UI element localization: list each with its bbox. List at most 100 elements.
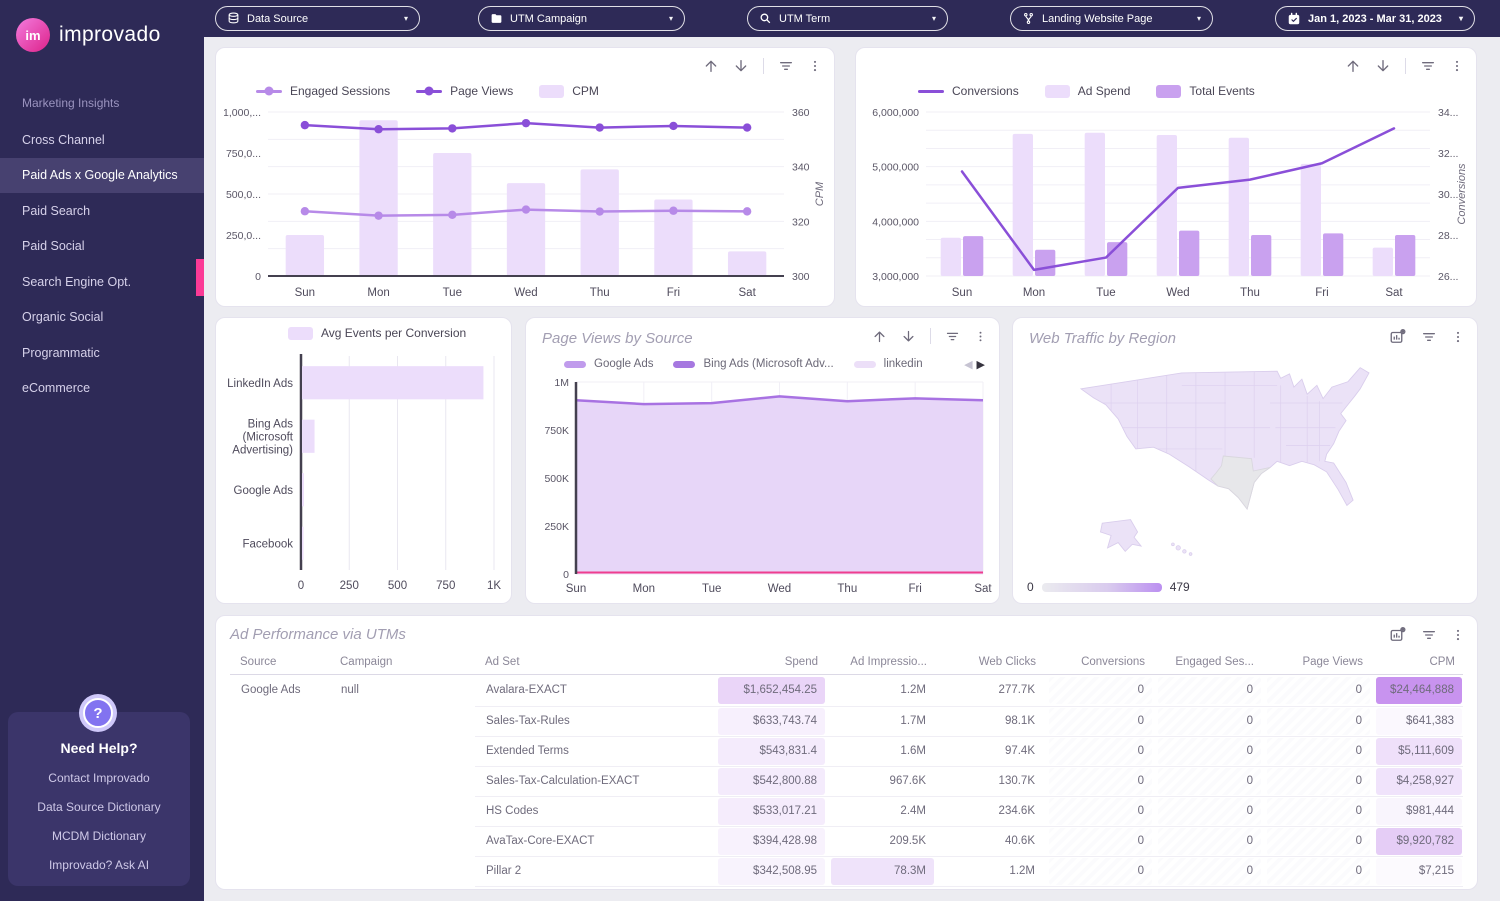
legend-item-ad-spend[interactable]: Ad Spend bbox=[1045, 84, 1131, 98]
table-scroll-area[interactable]: SourceCampaignAd SetSpendAd Impressio...… bbox=[230, 652, 1463, 888]
sidebar-item-organic-social[interactable]: Organic Social bbox=[0, 300, 204, 336]
help-link-improvado-ask-ai[interactable]: Improvado? Ask AI bbox=[8, 858, 190, 872]
cell-web-clicks[interactable]: 277.7K bbox=[940, 677, 1043, 704]
cell-conversions[interactable]: 0 bbox=[1049, 798, 1152, 825]
column-header-source[interactable]: Source bbox=[230, 652, 330, 675]
filter-icon[interactable] bbox=[1421, 329, 1437, 345]
help-link-data-source-dictionary[interactable]: Data Source Dictionary bbox=[8, 800, 190, 814]
cell-conversions[interactable]: 0 bbox=[1049, 768, 1152, 795]
cell-page-views[interactable]: 0 bbox=[1267, 768, 1370, 795]
sidebar-item-paid-social[interactable]: Paid Social bbox=[0, 229, 204, 265]
column-header-engaged-ses[interactable]: Engaged Ses... bbox=[1155, 652, 1264, 675]
cell-web-clicks[interactable]: 97.4K bbox=[940, 738, 1043, 765]
cell-ad-impressio[interactable]: 1.7M bbox=[831, 708, 934, 735]
cell-cpm[interactable]: $9,920,782 bbox=[1376, 828, 1462, 855]
more-options-icon[interactable] bbox=[1450, 58, 1464, 74]
cell-web-clicks[interactable]: 98.1K bbox=[940, 708, 1043, 735]
cell-engaged-ses[interactable]: 0 bbox=[1158, 738, 1261, 765]
filter-date-range[interactable]: Jan 1, 2023 - Mar 31, 2023 ▾ bbox=[1275, 6, 1475, 31]
column-header-web-clicks[interactable]: Web Clicks bbox=[937, 652, 1046, 675]
sidebar-item-ecommerce[interactable]: eCommerce bbox=[0, 371, 204, 407]
cell-spend[interactable]: $633,743.74 bbox=[718, 708, 825, 735]
cell-engaged-ses[interactable]: 0 bbox=[1158, 768, 1261, 795]
cell-page-views[interactable]: 0 bbox=[1267, 708, 1370, 735]
cell-ad-impressio[interactable]: 967.6K bbox=[831, 768, 934, 795]
sidebar-scrollbar-thumb[interactable] bbox=[196, 259, 204, 296]
column-header-page-views[interactable]: Page Views bbox=[1264, 652, 1373, 675]
column-header-conversions[interactable]: Conversions bbox=[1046, 652, 1155, 675]
legend-item-page-views[interactable]: Page Views bbox=[416, 84, 513, 98]
arrow-up-icon[interactable] bbox=[1345, 58, 1361, 74]
column-header-ad-impressio[interactable]: Ad Impressio... bbox=[828, 652, 937, 675]
legend-next-icon[interactable]: ▶ bbox=[977, 358, 985, 371]
cell-page-views[interactable]: 0 bbox=[1267, 738, 1370, 765]
cell-conversions[interactable]: 0 bbox=[1049, 858, 1152, 885]
cell-web-clicks[interactable]: 1.2M bbox=[940, 858, 1043, 885]
cell-engaged-ses[interactable]: 0 bbox=[1158, 828, 1261, 855]
cell-engaged-ses[interactable]: 0 bbox=[1158, 798, 1261, 825]
cell-ad-set[interactable]: HS Codes bbox=[478, 798, 712, 825]
cell-ad-impressio[interactable]: 78.3M bbox=[831, 858, 934, 885]
legend-item-engaged-sessions[interactable]: Engaged Sessions bbox=[256, 84, 390, 98]
legend-prev-icon[interactable]: ◀ bbox=[964, 358, 972, 371]
legend-item-avg-events-per-conversion[interactable]: Avg Events per Conversion bbox=[288, 326, 466, 340]
chart-settings-icon[interactable] bbox=[1389, 328, 1407, 346]
arrow-up-icon[interactable] bbox=[872, 329, 887, 344]
cell-conversions[interactable]: 0 bbox=[1049, 708, 1152, 735]
filter-utm-campaign[interactable]: UTM Campaign ▾ bbox=[478, 6, 685, 31]
cell-cpm[interactable]: $981,444 bbox=[1376, 798, 1462, 825]
more-options-icon[interactable] bbox=[1451, 627, 1465, 643]
cell-web-clicks[interactable]: 40.6K bbox=[940, 828, 1043, 855]
legend-item-conversions[interactable]: Conversions bbox=[918, 84, 1019, 98]
cell-ad-set[interactable]: AvaTax-Core-EXACT bbox=[478, 828, 712, 855]
legend-item-google-ads[interactable]: Google Ads bbox=[564, 358, 653, 370]
cell-ad-set[interactable]: Sales-Tax-Rules bbox=[478, 708, 712, 735]
cell-ad-set[interactable]: Sales-Tax-Calculation-EXACT bbox=[478, 768, 712, 795]
legend-item-cpm[interactable]: CPM bbox=[539, 84, 599, 98]
us-choropleth-map[interactable] bbox=[1025, 350, 1471, 562]
cell-ad-impressio[interactable]: 1.2M bbox=[831, 677, 934, 704]
improvado-logo[interactable]: im improvado bbox=[16, 18, 161, 52]
help-link-mcdm-dictionary[interactable]: MCDM Dictionary bbox=[8, 829, 190, 843]
cell-spend[interactable]: $394,428.98 bbox=[718, 828, 825, 855]
cell-cpm[interactable]: $24,464,888 bbox=[1376, 677, 1462, 704]
cell-cpm[interactable]: $5,111,609 bbox=[1376, 738, 1462, 765]
arrow-down-icon[interactable] bbox=[901, 329, 916, 344]
arrow-up-icon[interactable] bbox=[703, 58, 719, 74]
cell-cpm[interactable]: $641,383 bbox=[1376, 708, 1462, 735]
cell-ad-set[interactable]: Avalara-EXACT bbox=[478, 677, 712, 704]
cell-source[interactable]: Google Ads bbox=[233, 676, 327, 705]
cell-engaged-ses[interactable]: 0 bbox=[1158, 708, 1261, 735]
column-header-ad-set[interactable]: Ad Set bbox=[475, 652, 715, 675]
cell-conversions[interactable]: 0 bbox=[1049, 677, 1152, 704]
cell-cpm[interactable]: $7,215 bbox=[1376, 858, 1462, 885]
cell-web-clicks[interactable]: 130.7K bbox=[940, 768, 1043, 795]
cell-ad-impressio[interactable]: 2.4M bbox=[831, 798, 934, 825]
arrow-down-icon[interactable] bbox=[1375, 58, 1391, 74]
cell-web-clicks[interactable]: 234.6K bbox=[940, 798, 1043, 825]
filter-icon[interactable] bbox=[945, 329, 960, 344]
cell-conversions[interactable]: 0 bbox=[1049, 738, 1152, 765]
arrow-down-icon[interactable] bbox=[733, 58, 749, 74]
cell-spend[interactable]: $533,017.21 bbox=[718, 798, 825, 825]
filter-icon[interactable] bbox=[1421, 627, 1437, 643]
filter-icon[interactable] bbox=[778, 58, 794, 74]
cell-ad-impressio[interactable]: 1.6M bbox=[831, 738, 934, 765]
column-header-cpm[interactable]: CPM bbox=[1373, 652, 1463, 675]
cell-page-views[interactable]: 0 bbox=[1267, 798, 1370, 825]
cell-engaged-ses[interactable]: 0 bbox=[1158, 677, 1261, 704]
cell-page-views[interactable]: 0 bbox=[1267, 858, 1370, 885]
sidebar-item-programmatic[interactable]: Programmatic bbox=[0, 335, 204, 371]
cell-spend[interactable]: $542,800.88 bbox=[718, 768, 825, 795]
sidebar-item-paid-ads-x-google-analytics[interactable]: Paid Ads x Google Analytics bbox=[0, 158, 204, 194]
cell-ad-set[interactable]: Extended Terms bbox=[478, 738, 712, 765]
filter-utm-term[interactable]: UTM Term ▾ bbox=[747, 6, 948, 31]
cell-ad-set[interactable]: Pillar 2 bbox=[478, 858, 712, 885]
cell-engaged-ses[interactable]: 0 bbox=[1158, 858, 1261, 885]
cell-campaign[interactable]: null bbox=[333, 676, 472, 705]
cell-cpm[interactable]: $4,258,927 bbox=[1376, 768, 1462, 795]
column-header-spend[interactable]: Spend bbox=[715, 652, 828, 675]
filter-landing-page[interactable]: Landing Website Page ▾ bbox=[1010, 6, 1213, 31]
cell-spend[interactable]: $1,652,454.25 bbox=[718, 677, 825, 704]
question-icon[interactable]: ? bbox=[79, 694, 117, 732]
